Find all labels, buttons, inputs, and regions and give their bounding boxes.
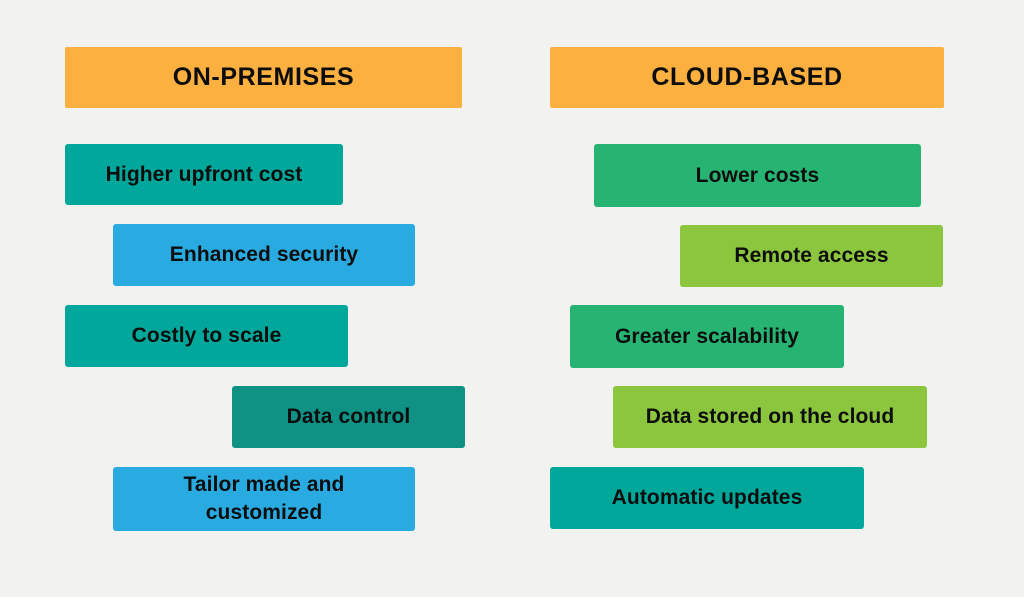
item-bar: Data stored on the cloud <box>613 386 927 448</box>
item-label: Remote access <box>734 244 889 268</box>
column-cloud-based: CLOUD-BASED Lower costs Remote access Gr… <box>0 0 1024 597</box>
item-bar: Lower costs <box>594 144 921 207</box>
item-bar: Greater scalability <box>570 305 844 368</box>
item-bar: Remote access <box>680 225 943 287</box>
column-header-label: CLOUD-BASED <box>651 62 843 91</box>
comparison-diagram: ON-PREMISES Higher upfront cost Enhanced… <box>0 0 1024 597</box>
column-header-cloud-based: CLOUD-BASED <box>550 47 944 108</box>
item-label: Data stored on the cloud <box>645 405 895 429</box>
item-label: Greater scalability <box>615 324 799 348</box>
item-label: Lower costs <box>695 163 820 187</box>
item-label: Automatic updates <box>611 486 803 510</box>
item-bar: Automatic updates <box>550 467 864 529</box>
